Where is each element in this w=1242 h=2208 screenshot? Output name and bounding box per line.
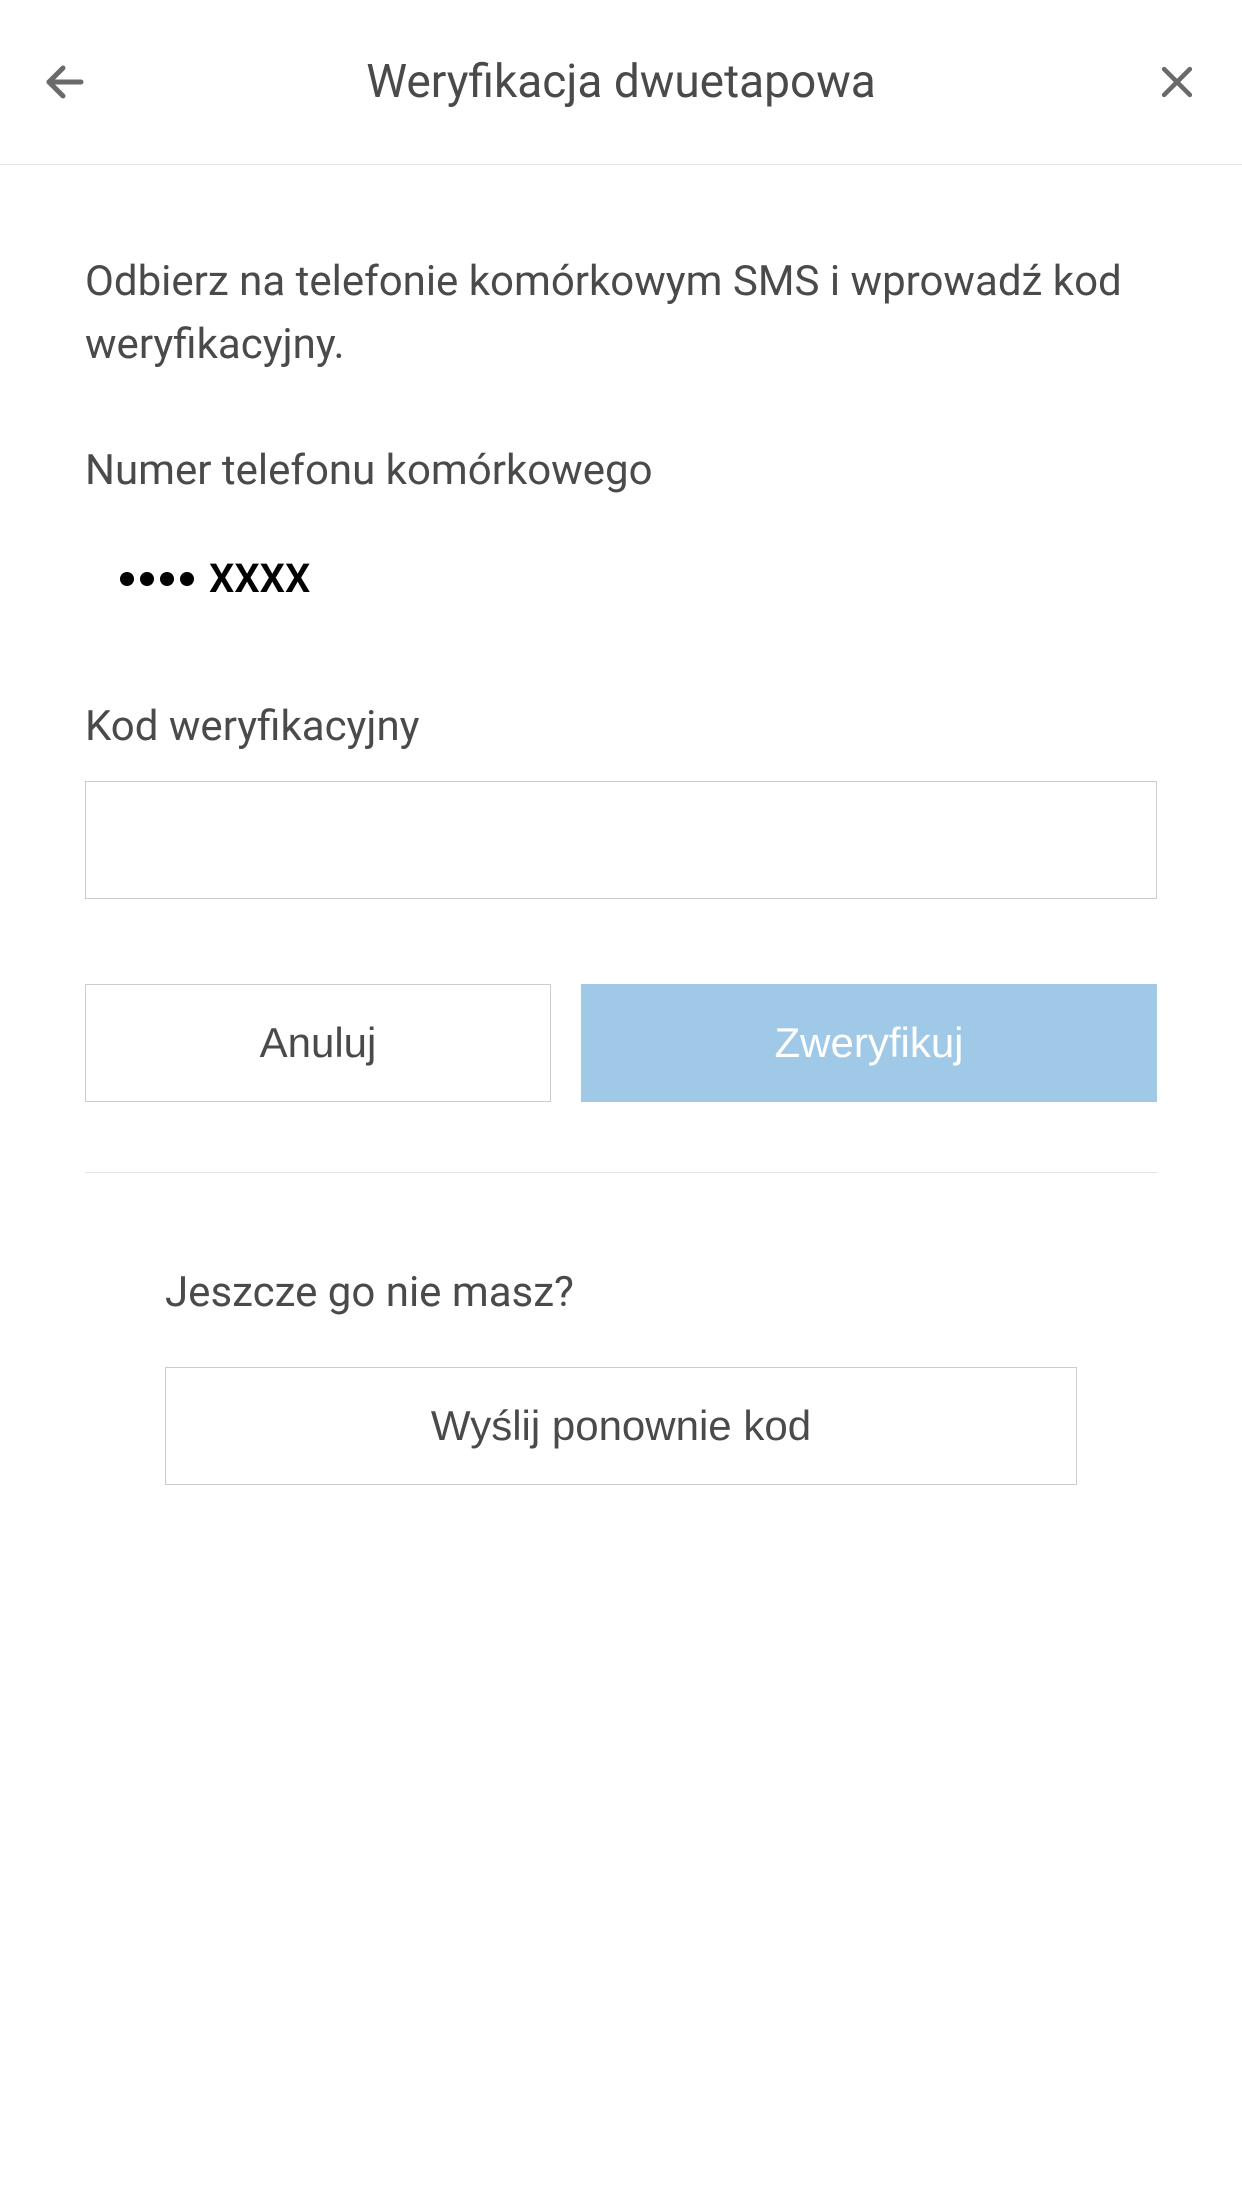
phone-label: Numer telefonu komórkowego — [85, 446, 1157, 495]
code-label: Kod weryfikacyjny — [85, 702, 1157, 751]
verify-button[interactable]: Zweryfikuj — [581, 984, 1157, 1102]
arrow-left-icon — [41, 58, 89, 106]
resend-code-button[interactable]: Wyślij ponownie kod — [165, 1367, 1077, 1485]
divider — [85, 1172, 1157, 1173]
button-row: Anuluj Zweryfikuj — [85, 984, 1157, 1102]
back-button[interactable] — [40, 57, 90, 107]
close-icon — [1155, 60, 1199, 104]
resend-label: Jeszcze go nie masz? — [165, 1268, 1077, 1317]
page-title: Weryfikacja dwuetapowa — [90, 55, 1152, 109]
verification-code-input[interactable] — [85, 781, 1157, 899]
phone-masked-text: XXXX — [209, 555, 310, 602]
instruction-text: Odbierz na telefonie komórkowym SMS i wp… — [85, 250, 1157, 376]
cancel-button[interactable]: Anuluj — [85, 984, 551, 1102]
header: Weryfikacja dwuetapowa — [0, 0, 1242, 165]
masked-dots-icon — [120, 572, 194, 586]
resend-section: Jeszcze go nie masz? Wyślij ponownie kod — [85, 1268, 1157, 1485]
content-area: Odbierz na telefonie komórkowym SMS i wp… — [0, 165, 1242, 1485]
close-button[interactable] — [1152, 57, 1202, 107]
phone-number-display: XXXX — [85, 525, 1157, 632]
